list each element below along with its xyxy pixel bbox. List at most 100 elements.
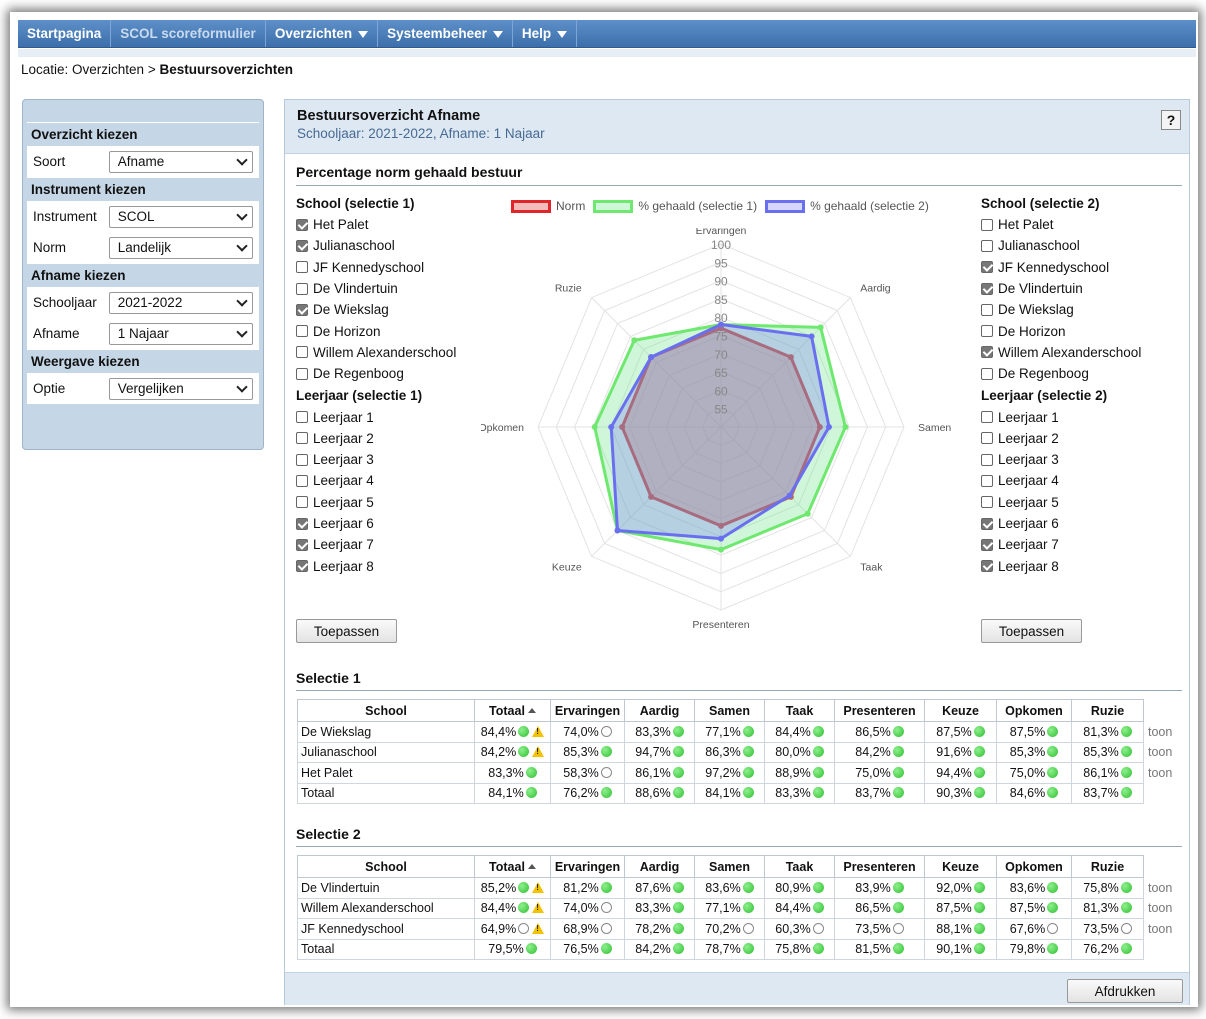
year-checkbox-leerjaar-1[interactable]: Leerjaar 1: [296, 406, 456, 427]
checkbox-icon[interactable]: [296, 474, 308, 487]
column-header-opkomen[interactable]: Opkomen: [996, 699, 1072, 722]
schooljaar-select[interactable]: 2021-2022: [108, 291, 253, 314]
school-checkbox-de-wiekslag[interactable]: De Wiekslag: [296, 299, 456, 320]
column-header-ruzie[interactable]: Ruzie: [1071, 699, 1144, 722]
checkbox-icon[interactable]: [981, 218, 993, 231]
checkbox-icon[interactable]: [981, 560, 993, 573]
school-checkbox-jf-kennedyschool[interactable]: JF Kennedyschool: [981, 257, 1141, 278]
checkbox-icon[interactable]: [296, 517, 308, 530]
checkbox-icon[interactable]: [981, 538, 993, 551]
checkbox-icon[interactable]: [296, 325, 308, 338]
checkbox-icon[interactable]: [981, 282, 993, 295]
help-button[interactable]: ?: [1161, 110, 1181, 130]
column-header-aardig[interactable]: Aardig: [624, 699, 695, 722]
norm-select[interactable]: Landelijk: [108, 236, 253, 259]
checkbox-icon[interactable]: [296, 538, 308, 551]
checkbox-icon[interactable]: [981, 367, 993, 380]
afname-select[interactable]: 1 Najaar: [108, 322, 253, 345]
print-button[interactable]: Afdrukken: [1067, 979, 1183, 1003]
checkbox-icon[interactable]: [981, 517, 993, 530]
checkbox-icon[interactable]: [296, 282, 308, 295]
checkbox-icon[interactable]: [981, 432, 993, 445]
checkbox-icon[interactable]: [981, 496, 993, 509]
school-checkbox-willem-alexanderschool[interactable]: Willem Alexanderschool: [296, 342, 456, 363]
checkbox-icon[interactable]: [981, 346, 993, 359]
toon-link[interactable]: toon: [1144, 742, 1176, 763]
soort-select[interactable]: Afname: [108, 150, 253, 173]
column-header-samen[interactable]: Samen: [694, 699, 765, 722]
school-checkbox-de-wiekslag[interactable]: De Wiekslag: [981, 299, 1141, 320]
year-checkbox-leerjaar-3[interactable]: Leerjaar 3: [296, 449, 456, 470]
checkbox-icon[interactable]: [296, 261, 308, 274]
nav-item-help[interactable]: Help: [513, 20, 578, 47]
nav-item-systeembeheer[interactable]: Systeembeheer: [378, 20, 513, 47]
toon-link[interactable]: toon: [1144, 898, 1176, 919]
column-header-keuze[interactable]: Keuze: [924, 855, 997, 878]
school-checkbox-het-palet[interactable]: Het Palet: [981, 214, 1141, 235]
school-checkbox-jf-kennedyschool[interactable]: JF Kennedyschool: [296, 257, 456, 278]
column-header-presenteren[interactable]: Presenteren: [834, 855, 925, 878]
checkbox-icon[interactable]: [296, 432, 308, 445]
school-checkbox-julianaschool[interactable]: Julianaschool: [296, 235, 456, 256]
school-checkbox-de-vlindertuin[interactable]: De Vlindertuin: [296, 278, 456, 299]
checkbox-icon[interactable]: [981, 325, 993, 338]
year-checkbox-leerjaar-7[interactable]: Leerjaar 7: [981, 534, 1141, 555]
toon-link[interactable]: toon: [1144, 878, 1176, 899]
column-header-opkomen[interactable]: Opkomen: [996, 855, 1072, 878]
nav-item-startpagina[interactable]: Startpagina: [18, 20, 112, 47]
checkbox-icon[interactable]: [981, 474, 993, 487]
year-checkbox-leerjaar-5[interactable]: Leerjaar 5: [296, 492, 456, 513]
checkbox-icon[interactable]: [296, 239, 308, 252]
instrument-select[interactable]: SCOL: [108, 205, 253, 228]
year-checkbox-leerjaar-7[interactable]: Leerjaar 7: [296, 534, 456, 555]
checkbox-icon[interactable]: [296, 346, 308, 359]
checkbox-icon[interactable]: [296, 303, 308, 316]
year-checkbox-leerjaar-3[interactable]: Leerjaar 3: [981, 449, 1141, 470]
nav-item-overzichten[interactable]: Overzichten: [266, 20, 379, 47]
column-header-school[interactable]: School: [297, 699, 475, 722]
checkbox-icon[interactable]: [981, 411, 993, 424]
year-checkbox-leerjaar-8[interactable]: Leerjaar 8: [981, 555, 1141, 576]
apply-button-selection2[interactable]: Toepassen: [981, 619, 1082, 643]
school-checkbox-de-vlindertuin[interactable]: De Vlindertuin: [981, 278, 1141, 299]
year-checkbox-leerjaar-6[interactable]: Leerjaar 6: [296, 513, 456, 534]
toon-link[interactable]: toon: [1144, 722, 1176, 743]
column-header-ervaringen[interactable]: Ervaringen: [550, 699, 625, 722]
year-checkbox-leerjaar-5[interactable]: Leerjaar 5: [981, 492, 1141, 513]
school-checkbox-de-regenboog[interactable]: De Regenboog: [981, 363, 1141, 384]
checkbox-icon[interactable]: [981, 261, 993, 274]
column-header-keuze[interactable]: Keuze: [924, 699, 997, 722]
school-checkbox-de-regenboog[interactable]: De Regenboog: [296, 363, 456, 384]
checkbox-icon[interactable]: [296, 453, 308, 466]
school-checkbox-julianaschool[interactable]: Julianaschool: [981, 235, 1141, 256]
column-header-samen[interactable]: Samen: [694, 855, 765, 878]
year-checkbox-leerjaar-2[interactable]: Leerjaar 2: [981, 428, 1141, 449]
apply-button-selection1[interactable]: Toepassen: [296, 619, 397, 643]
column-header-presenteren[interactable]: Presenteren: [834, 699, 925, 722]
nav-item-scol-scoreformulier[interactable]: SCOL scoreformulier: [111, 20, 266, 47]
school-checkbox-willem-alexanderschool[interactable]: Willem Alexanderschool: [981, 342, 1141, 363]
column-header-totaal[interactable]: Totaal: [474, 855, 551, 878]
checkbox-icon[interactable]: [296, 560, 308, 573]
column-header-totaal[interactable]: Totaal: [474, 699, 551, 722]
checkbox-icon[interactable]: [981, 239, 993, 252]
toon-link[interactable]: toon: [1144, 763, 1176, 784]
year-checkbox-leerjaar-4[interactable]: Leerjaar 4: [296, 470, 456, 491]
checkbox-icon[interactable]: [296, 411, 308, 424]
checkbox-icon[interactable]: [981, 303, 993, 316]
year-checkbox-leerjaar-1[interactable]: Leerjaar 1: [981, 406, 1141, 427]
year-checkbox-leerjaar-8[interactable]: Leerjaar 8: [296, 555, 456, 576]
school-checkbox-de-horizon[interactable]: De Horizon: [296, 320, 456, 341]
column-header-taak[interactable]: Taak: [764, 855, 835, 878]
toon-link[interactable]: toon: [1144, 919, 1176, 940]
year-checkbox-leerjaar-6[interactable]: Leerjaar 6: [981, 513, 1141, 534]
column-header-taak[interactable]: Taak: [764, 699, 835, 722]
column-header-aardig[interactable]: Aardig: [624, 855, 695, 878]
column-header-ervaringen[interactable]: Ervaringen: [550, 855, 625, 878]
column-header-school[interactable]: School: [297, 855, 475, 878]
checkbox-icon[interactable]: [296, 496, 308, 509]
checkbox-icon[interactable]: [296, 367, 308, 380]
year-checkbox-leerjaar-2[interactable]: Leerjaar 2: [296, 428, 456, 449]
column-header-ruzie[interactable]: Ruzie: [1071, 855, 1144, 878]
checkbox-icon[interactable]: [296, 218, 308, 231]
